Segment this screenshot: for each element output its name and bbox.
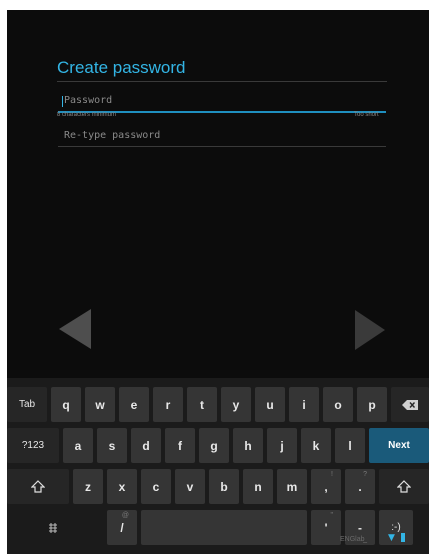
password-field[interactable]: Password <box>58 93 386 113</box>
key-k[interactable]: k <box>301 428 331 463</box>
key-e[interactable]: e <box>119 387 149 422</box>
key-apostrophe[interactable]: ' " <box>311 510 341 545</box>
battery-icon <box>401 533 405 542</box>
setup-screen: Create password Password 8 characters mi… <box>7 10 429 554</box>
retype-placeholder: Re-type password <box>64 130 161 141</box>
key-u[interactable]: u <box>255 387 285 422</box>
key-l[interactable]: l <box>335 428 365 463</box>
key-tab[interactable]: Tab <box>7 387 47 422</box>
key-q[interactable]: q <box>51 387 81 422</box>
key-r[interactable]: r <box>153 387 183 422</box>
key-j[interactable]: j <box>267 428 297 463</box>
password-placeholder: Password <box>64 95 113 106</box>
left-shift-key[interactable] <box>7 469 69 504</box>
apostrophe-glyph: ' <box>324 520 328 535</box>
slash-glyph: / <box>120 520 124 535</box>
slash-alt: @ <box>121 512 129 519</box>
next-key[interactable]: Next <box>369 428 429 463</box>
status-label: ENGlab <box>340 536 365 543</box>
key-z[interactable]: z <box>73 469 103 504</box>
key-y[interactable]: y <box>221 387 251 422</box>
key-o[interactable]: o <box>323 387 353 422</box>
on-screen-keyboard: Tab q w e r t y u i o p ?123 a s d f g h… <box>7 378 429 554</box>
period-glyph: . <box>358 479 362 494</box>
key-t[interactable]: t <box>187 387 217 422</box>
key-w[interactable]: w <box>85 387 115 422</box>
key-i[interactable]: i <box>289 387 319 422</box>
key-comma[interactable]: , ! <box>311 469 341 504</box>
retype-password-field[interactable]: Re-type password <box>58 128 386 147</box>
key-s[interactable]: s <box>97 428 127 463</box>
password-strength: Too short <box>354 112 379 118</box>
key-m[interactable]: m <box>277 469 307 504</box>
dash-glyph: - <box>358 520 362 535</box>
key-v[interactable]: v <box>175 469 205 504</box>
space-key[interactable] <box>141 510 307 545</box>
key-smiley[interactable]: :-) <box>379 510 413 545</box>
key-n[interactable]: n <box>243 469 273 504</box>
comma-glyph: , <box>324 479 328 494</box>
key-b[interactable]: b <box>209 469 239 504</box>
key-symbols[interactable]: ?123 <box>7 428 59 463</box>
title-divider <box>57 81 387 82</box>
key-g[interactable]: g <box>199 428 229 463</box>
key-d[interactable]: d <box>131 428 161 463</box>
backspace-icon <box>402 399 418 410</box>
comma-alt: ! <box>331 471 333 478</box>
key-f[interactable]: f <box>165 428 195 463</box>
shift-icon <box>397 480 411 493</box>
right-shift-key[interactable] <box>379 469 429 504</box>
next-arrow-icon[interactable] <box>355 310 385 350</box>
text-caret <box>62 96 63 107</box>
key-a[interactable]: a <box>63 428 93 463</box>
settings-key[interactable] <box>33 510 73 545</box>
key-p[interactable]: p <box>357 387 387 422</box>
back-arrow-icon[interactable] <box>59 309 91 349</box>
backspace-key[interactable] <box>391 387 429 422</box>
key-x[interactable]: x <box>107 469 137 504</box>
settings-icon <box>49 522 57 533</box>
key-c[interactable]: c <box>141 469 171 504</box>
key-h[interactable]: h <box>233 428 263 463</box>
apostrophe-alt: " <box>330 512 334 519</box>
key-slash[interactable]: / @ <box>107 510 137 545</box>
password-hint: 8 characters minimum <box>57 112 117 118</box>
wifi-icon: ▼ <box>388 533 395 543</box>
page-title: Create password <box>57 58 186 77</box>
period-alt: ? <box>363 471 367 478</box>
key-period[interactable]: . ? <box>345 469 375 504</box>
shift-icon <box>31 480 45 493</box>
